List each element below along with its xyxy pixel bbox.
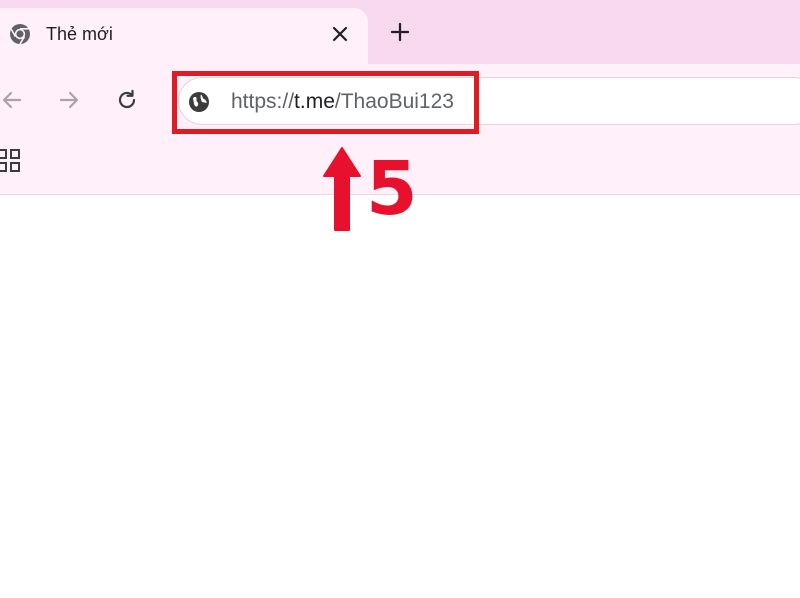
- forward-button[interactable]: [53, 84, 85, 116]
- new-tab-button[interactable]: [384, 16, 416, 48]
- apps-grid-icon[interactable]: [0, 148, 22, 174]
- address-bar-url[interactable]: https://t.me/ThaoBui123: [231, 89, 454, 115]
- arrow-up-icon: [323, 147, 361, 231]
- chrome-icon: [10, 24, 30, 45]
- reload-button[interactable]: [111, 84, 143, 116]
- address-bar[interactable]: https://t.me/ThaoBui123: [178, 77, 800, 125]
- reload-icon: [118, 89, 136, 109]
- url-scheme: https://: [231, 90, 295, 113]
- arrow-right-icon: [59, 91, 79, 109]
- url-host: t.me: [294, 90, 335, 113]
- plus-icon: [390, 22, 410, 42]
- tab-close-button[interactable]: [326, 20, 354, 48]
- back-button[interactable]: [0, 84, 28, 116]
- arrow-left-icon: [2, 91, 22, 109]
- annotation-step-number: 5: [366, 146, 418, 232]
- tab-title: Thẻ mới: [46, 24, 113, 44]
- url-path: /ThaoBui123: [334, 90, 454, 113]
- tab-strip: Thẻ mới: [0, 0, 800, 64]
- tab-new-tab[interactable]: Thẻ mới: [0, 8, 368, 64]
- globe-icon: [189, 92, 209, 112]
- close-icon: [332, 26, 348, 42]
